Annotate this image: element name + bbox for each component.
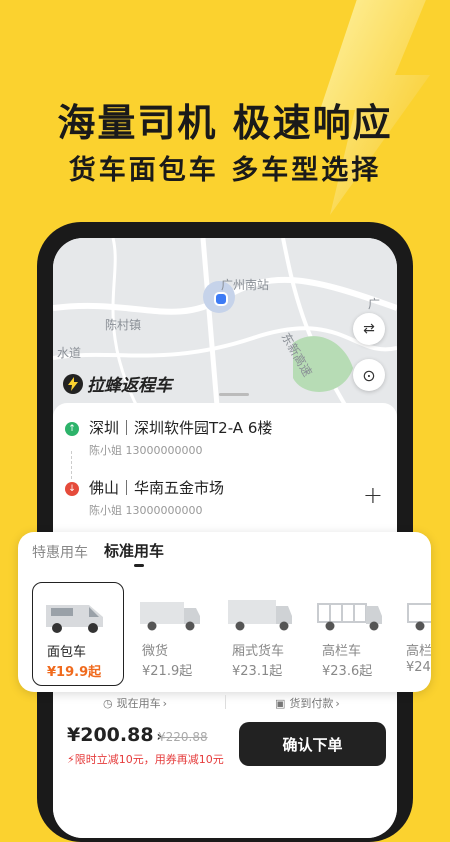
total-price-value: ¥200.88	[67, 724, 154, 746]
promo-label: 限时立减10元，用券再减10元	[74, 753, 224, 766]
map-view[interactable]: 广州南站 陈村镇 广 水道 东新高速 ⇄ ⊙ 拉蜂返程车	[53, 238, 397, 418]
chevron-right-icon: ›	[335, 696, 340, 710]
vehicle-price: ¥19.9起	[47, 665, 102, 680]
vehicle-option[interactable]: 微货 ¥21.9起	[128, 582, 218, 684]
original-price: ¥220.88	[158, 730, 208, 744]
tab-indicator	[134, 564, 144, 567]
vehicle-name: 微货	[142, 644, 169, 659]
vehicle-name: 高栏	[406, 644, 431, 659]
brand-logo: 拉蜂返程车	[63, 371, 172, 396]
payment-option-label: 货到付款	[289, 697, 334, 710]
add-stop-button[interactable]: +	[363, 481, 383, 509]
chevron-right-icon: ›	[162, 696, 168, 710]
locate-button[interactable]: ⊙	[353, 359, 385, 391]
mini-truck-icon	[140, 602, 200, 631]
pickup-contact: 陈小姐 13000000000	[89, 444, 203, 457]
banner-headline: 海量司机 极速响应	[57, 101, 393, 145]
confirm-order-button[interactable]: 确认下单	[239, 722, 386, 766]
total-price[interactable]: ¥200.88 ›	[67, 724, 162, 746]
vehicle-price: ¥23.1起	[232, 664, 283, 679]
vehicle-option[interactable]: 高栏车 ¥23.6起	[308, 582, 398, 684]
locate-icon: ⊙	[362, 365, 376, 385]
map-label: 陈村镇	[105, 318, 142, 332]
order-options: ◷ 现在用车 › ▣ 货到付款 ›	[53, 692, 397, 712]
time-option[interactable]: ◷ 现在用车 ›	[103, 695, 167, 711]
bolt-logo-icon	[63, 373, 83, 394]
pickup-address[interactable]: ↑ 深圳｜深圳软件园T2-A 6楼 陈小姐 13000000000	[65, 417, 272, 458]
box-truck-icon	[228, 600, 292, 631]
brand-name: 拉蜂返程车	[87, 376, 172, 396]
route-icon: ⇄	[363, 321, 375, 337]
vehicle-name: 厢式货车	[232, 644, 285, 659]
vehicle-option[interactable]: 面包车 ¥19.9起	[32, 582, 124, 686]
options-divider	[225, 695, 226, 709]
dropoff-address[interactable]: ↓ 佛山｜华南五金市场 陈小姐 13000000000	[65, 477, 224, 518]
arrow-down-icon: ↓	[65, 482, 79, 496]
route-connector	[71, 451, 72, 479]
tab-discount[interactable]: 特惠用车	[32, 542, 88, 562]
flatbed-truck-icon	[407, 603, 431, 631]
vehicle-price: ¥23.6起	[322, 664, 373, 679]
payment-option[interactable]: ▣ 货到付款 ›	[275, 695, 340, 711]
bolt-icon: ⚡	[67, 753, 75, 766]
vehicle-option[interactable]: 厢式货车 ¥23.1起	[218, 582, 308, 684]
vehicle-price: ¥24	[406, 660, 431, 675]
promo-text: ⚡限时立减10元，用券再减10元	[67, 751, 224, 767]
route-toggle-button[interactable]: ⇄	[353, 313, 385, 345]
sheet-handle[interactable]	[219, 393, 249, 396]
map-label: 广	[368, 297, 381, 311]
tab-standard[interactable]: 标准用车	[104, 540, 164, 561]
current-location-dot	[214, 292, 228, 306]
flatbed-truck-icon	[317, 603, 382, 631]
arrow-up-icon: ↑	[65, 422, 79, 436]
dropoff-address-text: 佛山｜华南五金市场	[89, 479, 225, 497]
map-label: 水道	[57, 346, 82, 360]
map-label: 广州南站	[221, 278, 270, 292]
banner-subline: 货车面包车 多车型选择	[68, 155, 382, 186]
vehicle-option-partial[interactable]: 高栏 ¥24	[398, 582, 431, 687]
van-icon	[46, 605, 103, 633]
vehicle-card: 特惠用车 标准用车 面包车 ¥19.9起 微货 ¥21.9起 厢式货车 ¥23.…	[18, 532, 431, 692]
vehicle-name: 面包车	[47, 645, 87, 660]
pickup-address-text: 深圳｜深圳软件园T2-A 6楼	[89, 419, 273, 437]
clock-icon: ◷	[103, 696, 113, 710]
dropoff-contact: 陈小姐 13000000000	[89, 504, 203, 517]
vehicle-name: 高栏车	[322, 644, 362, 659]
time-option-label: 现在用车	[116, 697, 161, 710]
vehicle-price: ¥21.9起	[142, 664, 193, 679]
wallet-icon: ▣	[275, 696, 286, 710]
